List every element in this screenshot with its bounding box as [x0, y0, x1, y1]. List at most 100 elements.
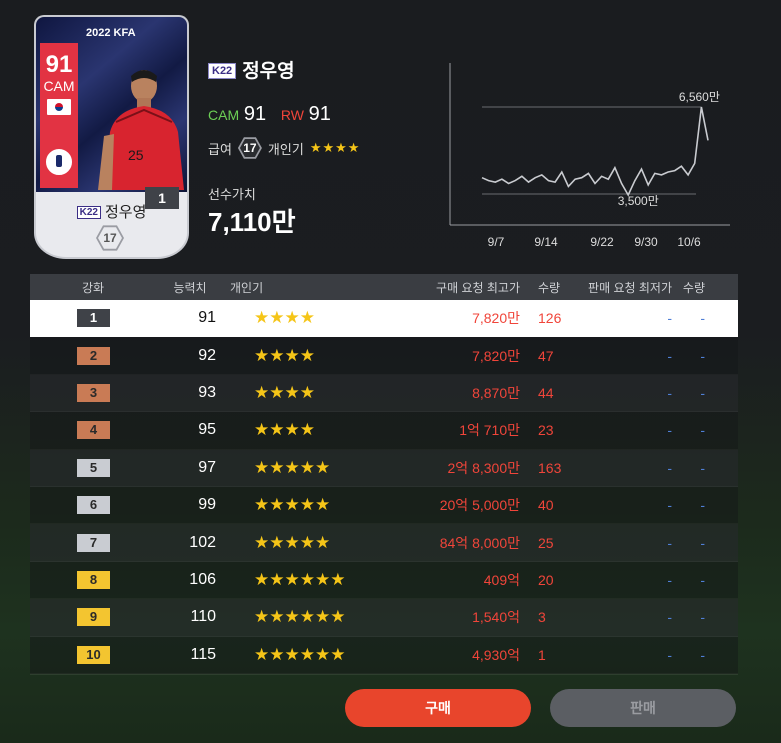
- row-sell-price: -: [667, 609, 672, 626]
- row-stars: ★★★★★★: [254, 607, 346, 627]
- card-player-name: 정우영: [104, 204, 147, 221]
- row-buy-price: 7,820만: [472, 347, 520, 364]
- pay-hex-icon: 17: [237, 137, 262, 159]
- row-buy-price: 2억 8,300만: [447, 459, 520, 476]
- skill-moves-label: 개인기: [267, 141, 304, 157]
- row-sell-price: -: [667, 310, 672, 327]
- table-row[interactable]: 10 115 ★★★★★★ 4,930억 1 - -: [30, 636, 738, 674]
- card-name-row: K22 정우영: [36, 201, 187, 222]
- row-buy-qty: 47: [538, 347, 554, 364]
- footer-divider: [30, 674, 738, 675]
- row-ovr: 115: [190, 645, 216, 663]
- row-sell-qty: -: [700, 497, 705, 514]
- row-buy-price: 1억 710만: [459, 422, 520, 439]
- row-buy-price: 409억: [483, 571, 520, 588]
- row-stars: ★★★★: [254, 420, 315, 440]
- card-season-label: 2022 KFA: [86, 27, 136, 39]
- grade-badge: 5: [77, 458, 110, 477]
- row-ovr: 93: [198, 383, 216, 401]
- table-row[interactable]: 7 102 ★★★★★ 84억 8,000만 25 - -: [30, 524, 738, 562]
- card-position: CAM: [43, 78, 75, 94]
- player-value: 7,110만: [208, 207, 296, 237]
- row-sell-price: -: [667, 497, 672, 514]
- row-buy-qty: 23: [538, 422, 554, 439]
- price-history-chart: 6,560만 3,500만 9/7 9/14 9/22 9/30 10/6: [449, 63, 730, 249]
- table-row[interactable]: 2 92 ★★★★ 7,820만 47 - -: [30, 337, 738, 375]
- row-buy-price: 1,540억: [472, 609, 520, 626]
- table-row[interactable]: 9 110 ★★★★★★ 1,540억 3 - -: [30, 599, 738, 637]
- upgrade-price-table: 강화 능력치 개인기 구매 요청 최고가 수량 판매 요청 최저가 수량 1 9…: [30, 274, 738, 674]
- kfa-emblem-icon: [44, 147, 74, 177]
- row-sell-price: -: [667, 534, 672, 551]
- row-sell-qty: -: [700, 534, 705, 551]
- table-row[interactable]: 5 97 ★★★★★ 2억 8,300만 163 - -: [30, 449, 738, 487]
- row-stars: ★★★★★★: [254, 569, 346, 589]
- table-body: 1 91 ★★★★ 7,820만 126 - - 2 92 ★★★★ 7,820…: [30, 300, 738, 674]
- league-tag: K22: [208, 63, 237, 79]
- player-detail-panel: 2022 KFA 91 CAM 25 1 K22 정우영 17 K22 정우영 CA…: [0, 0, 781, 743]
- grade-badge: 8: [77, 570, 110, 589]
- card-ovr: 91: [45, 51, 73, 78]
- grade-badge: 7: [77, 533, 110, 552]
- grade-badge: 2: [77, 346, 110, 365]
- pay-label: 급여: [208, 141, 232, 157]
- chart-x-tick-label: 9/7: [488, 235, 505, 249]
- chart-max-label: 6,560만: [679, 90, 720, 104]
- row-stars: ★★★★: [254, 382, 315, 402]
- player-name: 정우영: [242, 61, 295, 82]
- row-sell-qty: -: [700, 310, 705, 327]
- table-row[interactable]: 4 95 ★★★★ 1억 710만 23 - -: [30, 412, 738, 450]
- col-header-sell-qty: 수량: [682, 280, 705, 295]
- row-buy-price: 8,870만: [472, 384, 520, 401]
- row-sell-qty: -: [700, 609, 705, 626]
- row-buy-price: 4,930억: [472, 646, 520, 663]
- row-stars: ★★★★★★: [254, 644, 346, 664]
- price-series-line: [481, 106, 709, 197]
- table-row[interactable]: 6 99 ★★★★★ 20억 5,000만 40 - -: [30, 486, 738, 525]
- player-meta-row: 급여 17 개인기 ★★★★: [208, 136, 360, 160]
- row-sell-price: -: [667, 384, 672, 401]
- position-2-value: 91: [308, 103, 331, 125]
- row-buy-qty: 44: [538, 384, 554, 401]
- row-sell-price: -: [667, 422, 672, 439]
- grade-badge: 4: [77, 421, 110, 440]
- row-sell-price: -: [667, 646, 672, 663]
- position-ratings: CAM 91 RW 91: [208, 103, 341, 126]
- row-stars: ★★★★: [254, 345, 315, 365]
- row-sell-qty: -: [700, 347, 705, 364]
- row-sell-qty: -: [700, 646, 705, 663]
- col-header-buy-price: 구매 요청 최고가: [436, 280, 520, 295]
- row-buy-qty: 20: [538, 571, 554, 588]
- row-ovr: 99: [198, 496, 216, 514]
- table-header: 강화 능력치 개인기 구매 요청 최고가 수량 판매 요청 최저가 수량: [30, 274, 738, 300]
- row-sell-price: -: [667, 459, 672, 476]
- col-header-sell-price: 판매 요청 최저가: [588, 280, 672, 295]
- row-ovr: 95: [198, 421, 216, 439]
- buy-button[interactable]: 구매: [345, 689, 531, 727]
- row-ovr: 106: [189, 570, 216, 588]
- sell-button[interactable]: 판매: [550, 689, 736, 727]
- position-1-value: 91: [243, 103, 267, 125]
- row-stars: ★★★★★: [254, 532, 331, 552]
- row-buy-qty: 25: [538, 534, 554, 551]
- card-pay-badge: 17: [96, 225, 124, 251]
- player-card: 2022 KFA 91 CAM 25 1 K22 정우영 17: [36, 17, 187, 257]
- row-ovr: 97: [198, 458, 216, 476]
- table-row[interactable]: 3 93 ★★★★ 8,870만 44 - -: [30, 374, 738, 413]
- col-header-buy-qty: 수량: [538, 280, 561, 295]
- table-row[interactable]: 8 106 ★★★★★★ 409억 20 - -: [30, 561, 738, 600]
- chart-min-label: 3,500만: [618, 194, 659, 208]
- row-stars: ★★★★: [254, 308, 315, 328]
- chart-x-tick-label: 9/14: [534, 235, 558, 249]
- row-sell-qty: -: [700, 384, 705, 401]
- grade-badge: 3: [77, 383, 110, 402]
- korea-flag-icon: [47, 99, 71, 115]
- table-row[interactable]: 1 91 ★★★★ 7,820만 126 - -: [30, 300, 738, 338]
- col-header-skill: 개인기: [230, 280, 264, 295]
- grade-badge: 1: [77, 309, 110, 328]
- row-buy-price: 7,820만: [472, 310, 520, 327]
- pay-value: 17: [239, 139, 260, 157]
- player-name-row: K22 정우영: [208, 56, 295, 83]
- chart-x-tick-label: 9/22: [590, 235, 614, 249]
- row-buy-qty: 126: [538, 310, 562, 327]
